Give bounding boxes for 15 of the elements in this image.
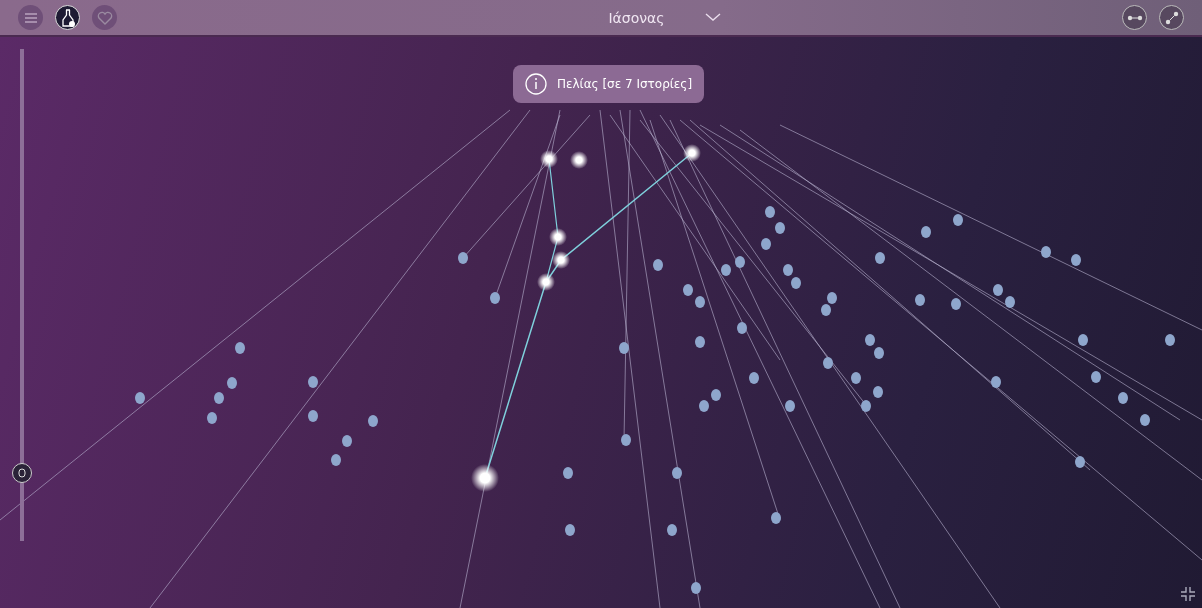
menu-icon bbox=[23, 11, 38, 24]
collapse-button[interactable] bbox=[1180, 586, 1196, 602]
flask-button[interactable] bbox=[55, 5, 80, 30]
tooltip-text: Πελίας [σε 7 Ιστορίες] bbox=[557, 77, 693, 91]
two-dots-icon bbox=[1126, 14, 1143, 21]
chevron-down-icon bbox=[704, 13, 721, 22]
info-icon bbox=[525, 73, 547, 95]
heart-icon bbox=[96, 10, 113, 25]
slider-handle[interactable] bbox=[12, 463, 32, 484]
collapse-icon bbox=[1180, 586, 1196, 602]
flask-icon bbox=[60, 8, 75, 27]
diagonal-layout-button[interactable] bbox=[1159, 5, 1184, 30]
story-selector[interactable]: Ιάσονας bbox=[602, 8, 727, 27]
diagonal-dots-icon bbox=[1164, 10, 1179, 25]
horizontal-layout-button[interactable] bbox=[1122, 5, 1147, 30]
